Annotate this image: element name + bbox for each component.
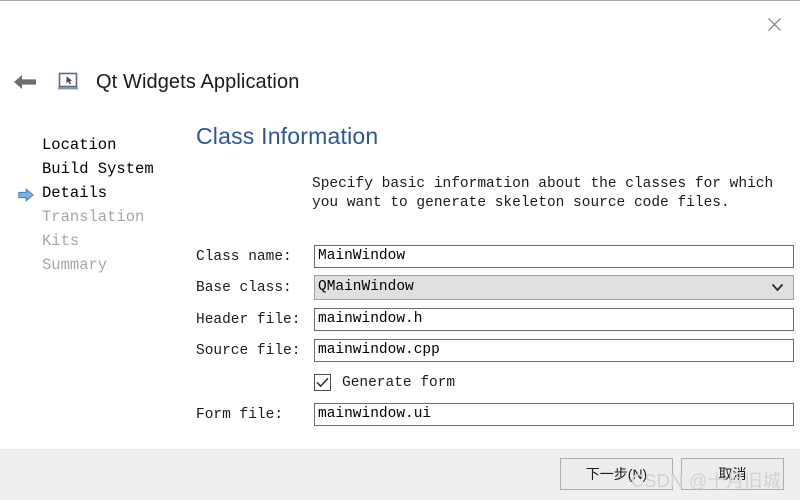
base-class-row: Base class: QMainWindow xyxy=(196,275,794,300)
header-file-input[interactable]: mainwindow.h xyxy=(314,308,794,331)
sidebar-item-label: Location xyxy=(42,136,117,154)
sidebar-item-translation: Translation xyxy=(0,205,180,229)
sidebar-item-build-system[interactable]: Build System xyxy=(0,157,180,181)
sidebar-item-label: Summary xyxy=(42,256,108,274)
wizard-dialog: Qt Widgets Application Location Build Sy… xyxy=(0,0,800,500)
form-file-label: Form file: xyxy=(196,406,284,423)
header-file-label: Header file: xyxy=(196,311,301,328)
sidebar-item-location[interactable]: Location xyxy=(0,133,180,157)
dialog-footer: 下一步(N) 取消 xyxy=(0,449,800,500)
class-name-input[interactable]: MainWindow xyxy=(314,245,794,268)
sidebar-item-details[interactable]: Details xyxy=(0,181,180,205)
sidebar-item-kits: Kits xyxy=(0,229,180,253)
app-title: Qt Widgets Application xyxy=(96,70,300,93)
base-class-combobox[interactable]: QMainWindow xyxy=(314,275,794,300)
close-icon xyxy=(767,17,781,31)
main-panel: Class Information Specify basic informat… xyxy=(196,119,796,213)
wizard-steps-sidebar: Location Build System Details Translatio… xyxy=(0,133,180,277)
title-bar xyxy=(0,2,800,48)
close-button[interactable] xyxy=(756,8,792,40)
class-information-form: Class name: MainWindow Base class: QMain… xyxy=(196,245,794,434)
header-file-row: Header file: mainwindow.h xyxy=(196,308,794,331)
next-button[interactable]: 下一步(N) xyxy=(560,458,673,490)
dialog-header: Qt Widgets Application xyxy=(0,59,800,105)
class-name-row: Class name: MainWindow xyxy=(196,245,794,268)
class-name-label: Class name: xyxy=(196,248,292,265)
back-button[interactable] xyxy=(2,59,48,105)
page-description: Specify basic information about the clas… xyxy=(312,176,774,211)
sidebar-item-label: Kits xyxy=(42,232,80,250)
sidebar-item-label: Details xyxy=(42,184,108,202)
window-cursor-icon xyxy=(56,69,82,95)
arrow-right-icon xyxy=(18,186,34,202)
base-class-value: QMainWindow xyxy=(318,279,414,295)
generate-form-label[interactable]: Generate form xyxy=(342,375,455,391)
base-class-label: Base class: xyxy=(196,279,292,296)
page-title: Class Information xyxy=(196,123,379,149)
source-file-input[interactable]: mainwindow.cpp xyxy=(314,339,794,362)
sidebar-item-label: Build System xyxy=(42,160,154,178)
form-file-row: Form file: mainwindow.ui xyxy=(196,403,794,426)
form-file-input[interactable]: mainwindow.ui xyxy=(314,403,794,426)
generate-form-row: Generate form xyxy=(196,370,794,395)
sidebar-item-summary: Summary xyxy=(0,253,180,277)
checkmark-icon xyxy=(316,377,329,388)
source-file-row: Source file: mainwindow.cpp xyxy=(196,339,794,362)
arrow-left-icon xyxy=(14,75,36,89)
generate-form-checkbox[interactable] xyxy=(314,374,331,391)
chevron-down-icon xyxy=(771,283,784,292)
source-file-label: Source file: xyxy=(196,342,301,359)
sidebar-item-label: Translation xyxy=(42,208,145,226)
cancel-button[interactable]: 取消 xyxy=(681,458,784,490)
